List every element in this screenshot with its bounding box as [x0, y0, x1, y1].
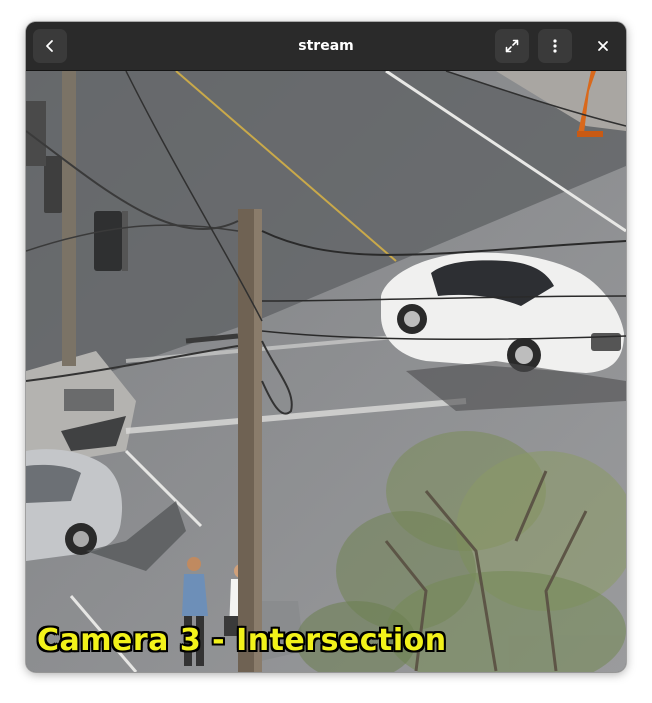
close-icon: [596, 39, 610, 53]
back-button[interactable]: [33, 29, 67, 63]
fullscreen-button[interactable]: [495, 29, 529, 63]
header-bar: stream: [26, 22, 626, 71]
video-frame: [26, 71, 626, 672]
video-stream[interactable]: Camera 3 - Intersection: [26, 71, 626, 672]
vertical-dots-icon: [547, 38, 563, 54]
camera-label: Camera 3 - Intersection: [37, 623, 447, 658]
chevron-left-icon: [42, 38, 58, 54]
menu-button[interactable]: [538, 29, 572, 63]
expand-arrows-icon: [504, 38, 520, 54]
app-window: stream Camera 3 - Intersection: [26, 22, 626, 672]
close-button[interactable]: [586, 29, 620, 63]
window-title: stream: [298, 38, 354, 54]
